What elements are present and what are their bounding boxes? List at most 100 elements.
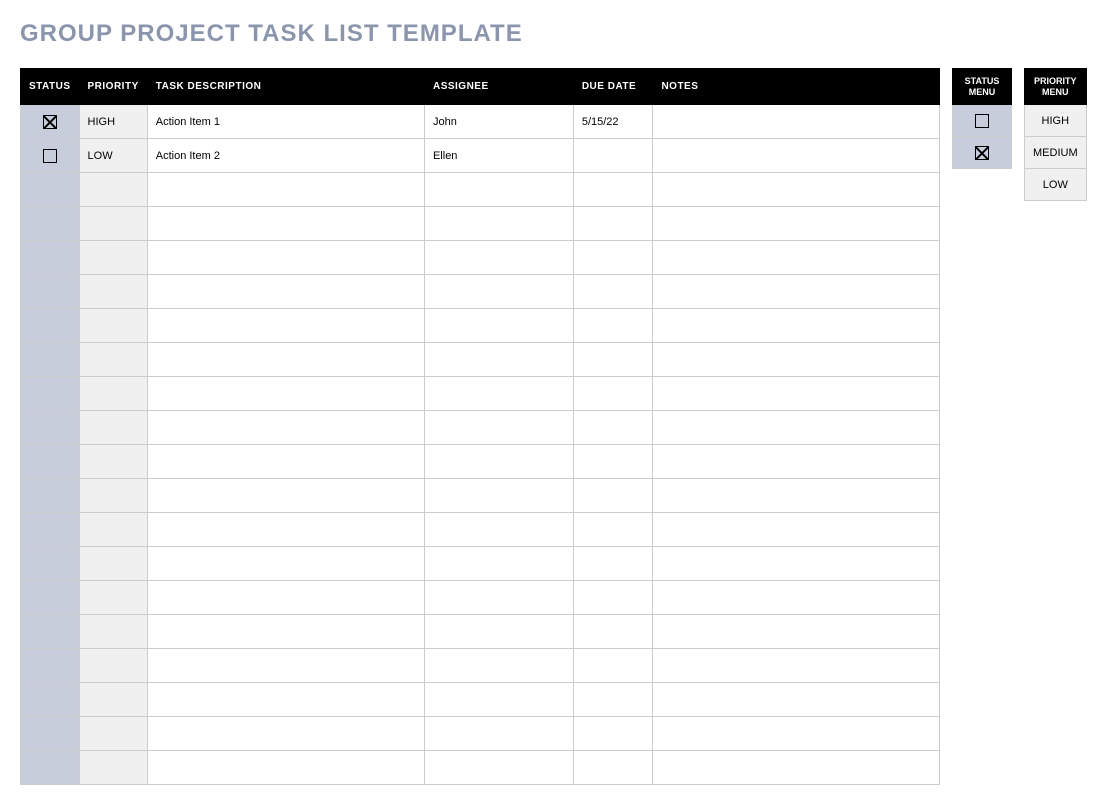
- task-cell[interactable]: [147, 717, 424, 751]
- status-cell[interactable]: [21, 411, 80, 445]
- task-cell[interactable]: [147, 751, 424, 785]
- assignee-cell[interactable]: [424, 445, 573, 479]
- task-cell[interactable]: Action Item 1: [147, 105, 424, 139]
- priority-cell[interactable]: [79, 377, 147, 411]
- priority-cell[interactable]: HIGH: [79, 105, 147, 139]
- task-cell[interactable]: [147, 683, 424, 717]
- notes-cell[interactable]: [653, 309, 940, 343]
- due-cell[interactable]: [573, 275, 653, 309]
- notes-cell[interactable]: [653, 717, 940, 751]
- priority-cell[interactable]: [79, 207, 147, 241]
- status-cell[interactable]: [21, 581, 80, 615]
- assignee-cell[interactable]: [424, 377, 573, 411]
- task-cell[interactable]: [147, 479, 424, 513]
- task-cell[interactable]: [147, 513, 424, 547]
- task-cell[interactable]: [147, 309, 424, 343]
- assignee-cell[interactable]: [424, 411, 573, 445]
- notes-cell[interactable]: [653, 105, 940, 139]
- priority-cell[interactable]: [79, 581, 147, 615]
- assignee-cell[interactable]: John: [424, 105, 573, 139]
- due-cell[interactable]: [573, 241, 653, 275]
- task-cell[interactable]: [147, 445, 424, 479]
- priority-cell[interactable]: [79, 275, 147, 309]
- status-cell[interactable]: [21, 717, 80, 751]
- status-cell[interactable]: [21, 479, 80, 513]
- due-cell[interactable]: [573, 513, 653, 547]
- task-cell[interactable]: [147, 649, 424, 683]
- notes-cell[interactable]: [653, 581, 940, 615]
- task-cell[interactable]: Action Item 2: [147, 139, 424, 173]
- assignee-cell[interactable]: [424, 683, 573, 717]
- notes-cell[interactable]: [653, 513, 940, 547]
- due-cell[interactable]: [573, 377, 653, 411]
- status-cell[interactable]: [21, 139, 80, 173]
- task-cell[interactable]: [147, 581, 424, 615]
- priority-menu-item[interactable]: MEDIUM: [1025, 137, 1087, 169]
- assignee-cell[interactable]: [424, 581, 573, 615]
- priority-cell[interactable]: [79, 717, 147, 751]
- assignee-cell[interactable]: [424, 275, 573, 309]
- status-menu-item[interactable]: [953, 105, 1012, 137]
- assignee-cell[interactable]: [424, 241, 573, 275]
- due-cell[interactable]: [573, 581, 653, 615]
- due-cell[interactable]: [573, 683, 653, 717]
- status-cell[interactable]: [21, 445, 80, 479]
- due-cell[interactable]: [573, 139, 653, 173]
- status-menu-item[interactable]: [953, 137, 1012, 169]
- assignee-cell[interactable]: [424, 173, 573, 207]
- due-cell[interactable]: [573, 751, 653, 785]
- priority-cell[interactable]: [79, 649, 147, 683]
- notes-cell[interactable]: [653, 377, 940, 411]
- status-cell[interactable]: [21, 173, 80, 207]
- due-cell[interactable]: 5/15/22: [573, 105, 653, 139]
- task-cell[interactable]: [147, 241, 424, 275]
- priority-cell[interactable]: [79, 683, 147, 717]
- status-cell[interactable]: [21, 377, 80, 411]
- status-cell[interactable]: [21, 241, 80, 275]
- priority-cell[interactable]: [79, 309, 147, 343]
- notes-cell[interactable]: [653, 479, 940, 513]
- priority-cell[interactable]: [79, 173, 147, 207]
- due-cell[interactable]: [573, 173, 653, 207]
- status-cell[interactable]: [21, 105, 80, 139]
- due-cell[interactable]: [573, 343, 653, 377]
- status-cell[interactable]: [21, 309, 80, 343]
- status-cell[interactable]: [21, 751, 80, 785]
- assignee-cell[interactable]: [424, 309, 573, 343]
- notes-cell[interactable]: [653, 649, 940, 683]
- assignee-cell[interactable]: [424, 343, 573, 377]
- due-cell[interactable]: [573, 615, 653, 649]
- notes-cell[interactable]: [653, 445, 940, 479]
- assignee-cell[interactable]: [424, 513, 573, 547]
- status-cell[interactable]: [21, 207, 80, 241]
- notes-cell[interactable]: [653, 411, 940, 445]
- notes-cell[interactable]: [653, 173, 940, 207]
- priority-cell[interactable]: [79, 751, 147, 785]
- priority-cell[interactable]: [79, 547, 147, 581]
- assignee-cell[interactable]: [424, 717, 573, 751]
- assignee-cell[interactable]: [424, 479, 573, 513]
- task-cell[interactable]: [147, 343, 424, 377]
- status-cell[interactable]: [21, 547, 80, 581]
- assignee-cell[interactable]: [424, 547, 573, 581]
- assignee-cell[interactable]: [424, 649, 573, 683]
- priority-cell[interactable]: [79, 513, 147, 547]
- notes-cell[interactable]: [653, 241, 940, 275]
- due-cell[interactable]: [573, 207, 653, 241]
- assignee-cell[interactable]: Ellen: [424, 139, 573, 173]
- due-cell[interactable]: [573, 309, 653, 343]
- task-cell[interactable]: [147, 547, 424, 581]
- priority-menu-item[interactable]: HIGH: [1025, 105, 1087, 137]
- checkbox-empty-icon[interactable]: [43, 149, 57, 163]
- priority-cell[interactable]: [79, 615, 147, 649]
- due-cell[interactable]: [573, 445, 653, 479]
- notes-cell[interactable]: [653, 275, 940, 309]
- status-cell[interactable]: [21, 275, 80, 309]
- status-cell[interactable]: [21, 513, 80, 547]
- priority-cell[interactable]: [79, 343, 147, 377]
- assignee-cell[interactable]: [424, 751, 573, 785]
- priority-menu-item[interactable]: LOW: [1025, 169, 1087, 201]
- notes-cell[interactable]: [653, 751, 940, 785]
- task-cell[interactable]: [147, 207, 424, 241]
- task-cell[interactable]: [147, 275, 424, 309]
